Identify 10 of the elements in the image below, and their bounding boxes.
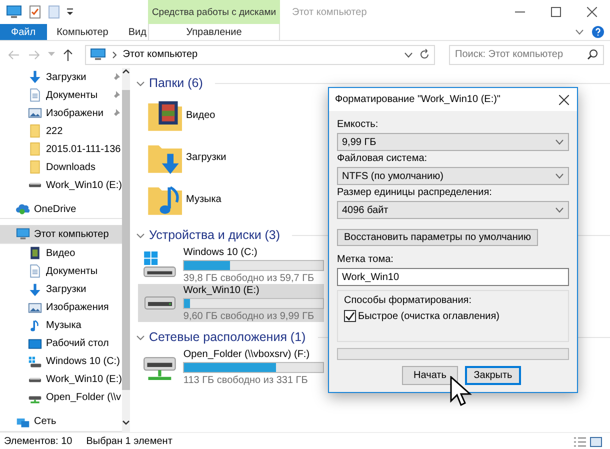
item-count: Элементов: 10 [4, 436, 72, 447]
field-label: Файловая система: [337, 152, 428, 165]
group-title: Способы форматирования: [344, 295, 472, 306]
contextual-tab-header: Средства работы с дисками [148, 0, 280, 24]
field-label: Размер единицы распределения: [337, 186, 493, 199]
window-title: Этот компьютер [292, 6, 368, 18]
field-label: Метка тома: [337, 253, 394, 266]
dialog-title: Форматирование "Work_Win10 (E:)" [335, 94, 502, 105]
field-label: Емкость: [337, 118, 380, 131]
selection-count: Выбран 1 элемент [86, 436, 172, 447]
